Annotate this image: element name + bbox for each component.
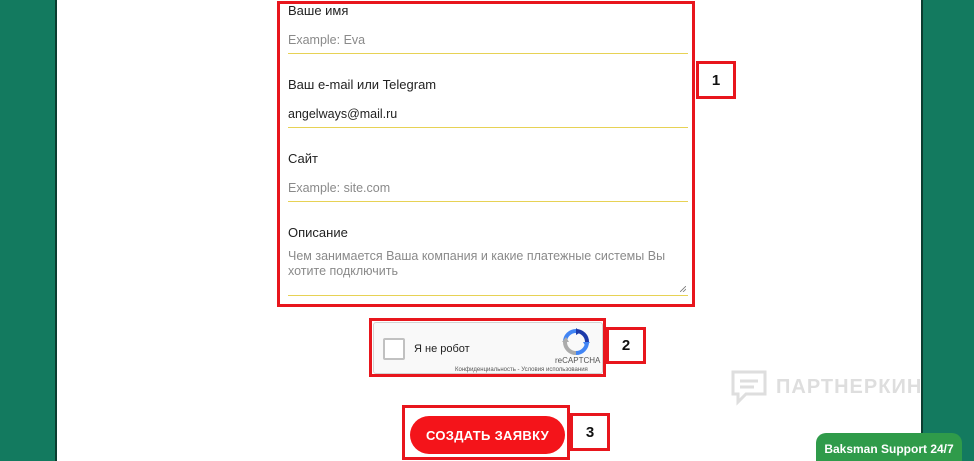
annotation-number-3: 3 bbox=[570, 413, 610, 451]
recaptcha-brand: reCAPTCHA bbox=[555, 356, 601, 365]
name-label: Ваше имя bbox=[288, 3, 349, 18]
chat-bubble-icon bbox=[731, 370, 767, 406]
captcha-label: Я не робот bbox=[414, 343, 470, 355]
name-input[interactable]: Example: Eva bbox=[288, 33, 688, 54]
name-field-group: Ваше имя Example: Eva bbox=[288, 3, 688, 54]
description-field-group: Описание Чем занимается Ваша компания и … bbox=[288, 225, 688, 296]
annotation-number-1: 1 bbox=[696, 61, 736, 99]
create-request-button[interactable]: СОЗДАТЬ ЗАЯВКУ bbox=[410, 416, 565, 454]
recaptcha-privacy-terms-links[interactable]: Конфиденциальность - Условия использован… bbox=[455, 367, 588, 373]
resize-handle-icon[interactable] bbox=[680, 286, 686, 292]
contact-field-group: Ваш e-mail или Telegram angelways@mail.r… bbox=[288, 77, 688, 128]
description-label: Описание bbox=[288, 225, 348, 240]
site-label: Сайт bbox=[288, 151, 318, 166]
recaptcha-widget: Я не робот reCAPTCHA Конфиденциальность … bbox=[373, 322, 603, 374]
recaptcha-logo-icon bbox=[562, 328, 590, 355]
watermark-text: ПАРТНЕРКИН bbox=[776, 375, 923, 398]
description-placeholder: Чем занимается Ваша компания и какие пла… bbox=[288, 249, 666, 278]
site-field-group: Сайт Example: site.com bbox=[288, 151, 688, 202]
site-input[interactable]: Example: site.com bbox=[288, 181, 688, 202]
contact-label: Ваш e-mail или Telegram bbox=[288, 77, 437, 92]
watermark: ПАРТНЕРКИН bbox=[730, 368, 922, 406]
description-textarea[interactable]: Чем занимается Ваша компания и какие пла… bbox=[288, 249, 688, 296]
contact-input[interactable]: angelways@mail.ru bbox=[288, 107, 688, 128]
captcha-checkbox[interactable] bbox=[383, 338, 405, 360]
support-chat-button[interactable]: Baksman Support 24/7 bbox=[816, 433, 962, 461]
annotation-number-2: 2 bbox=[606, 327, 646, 364]
